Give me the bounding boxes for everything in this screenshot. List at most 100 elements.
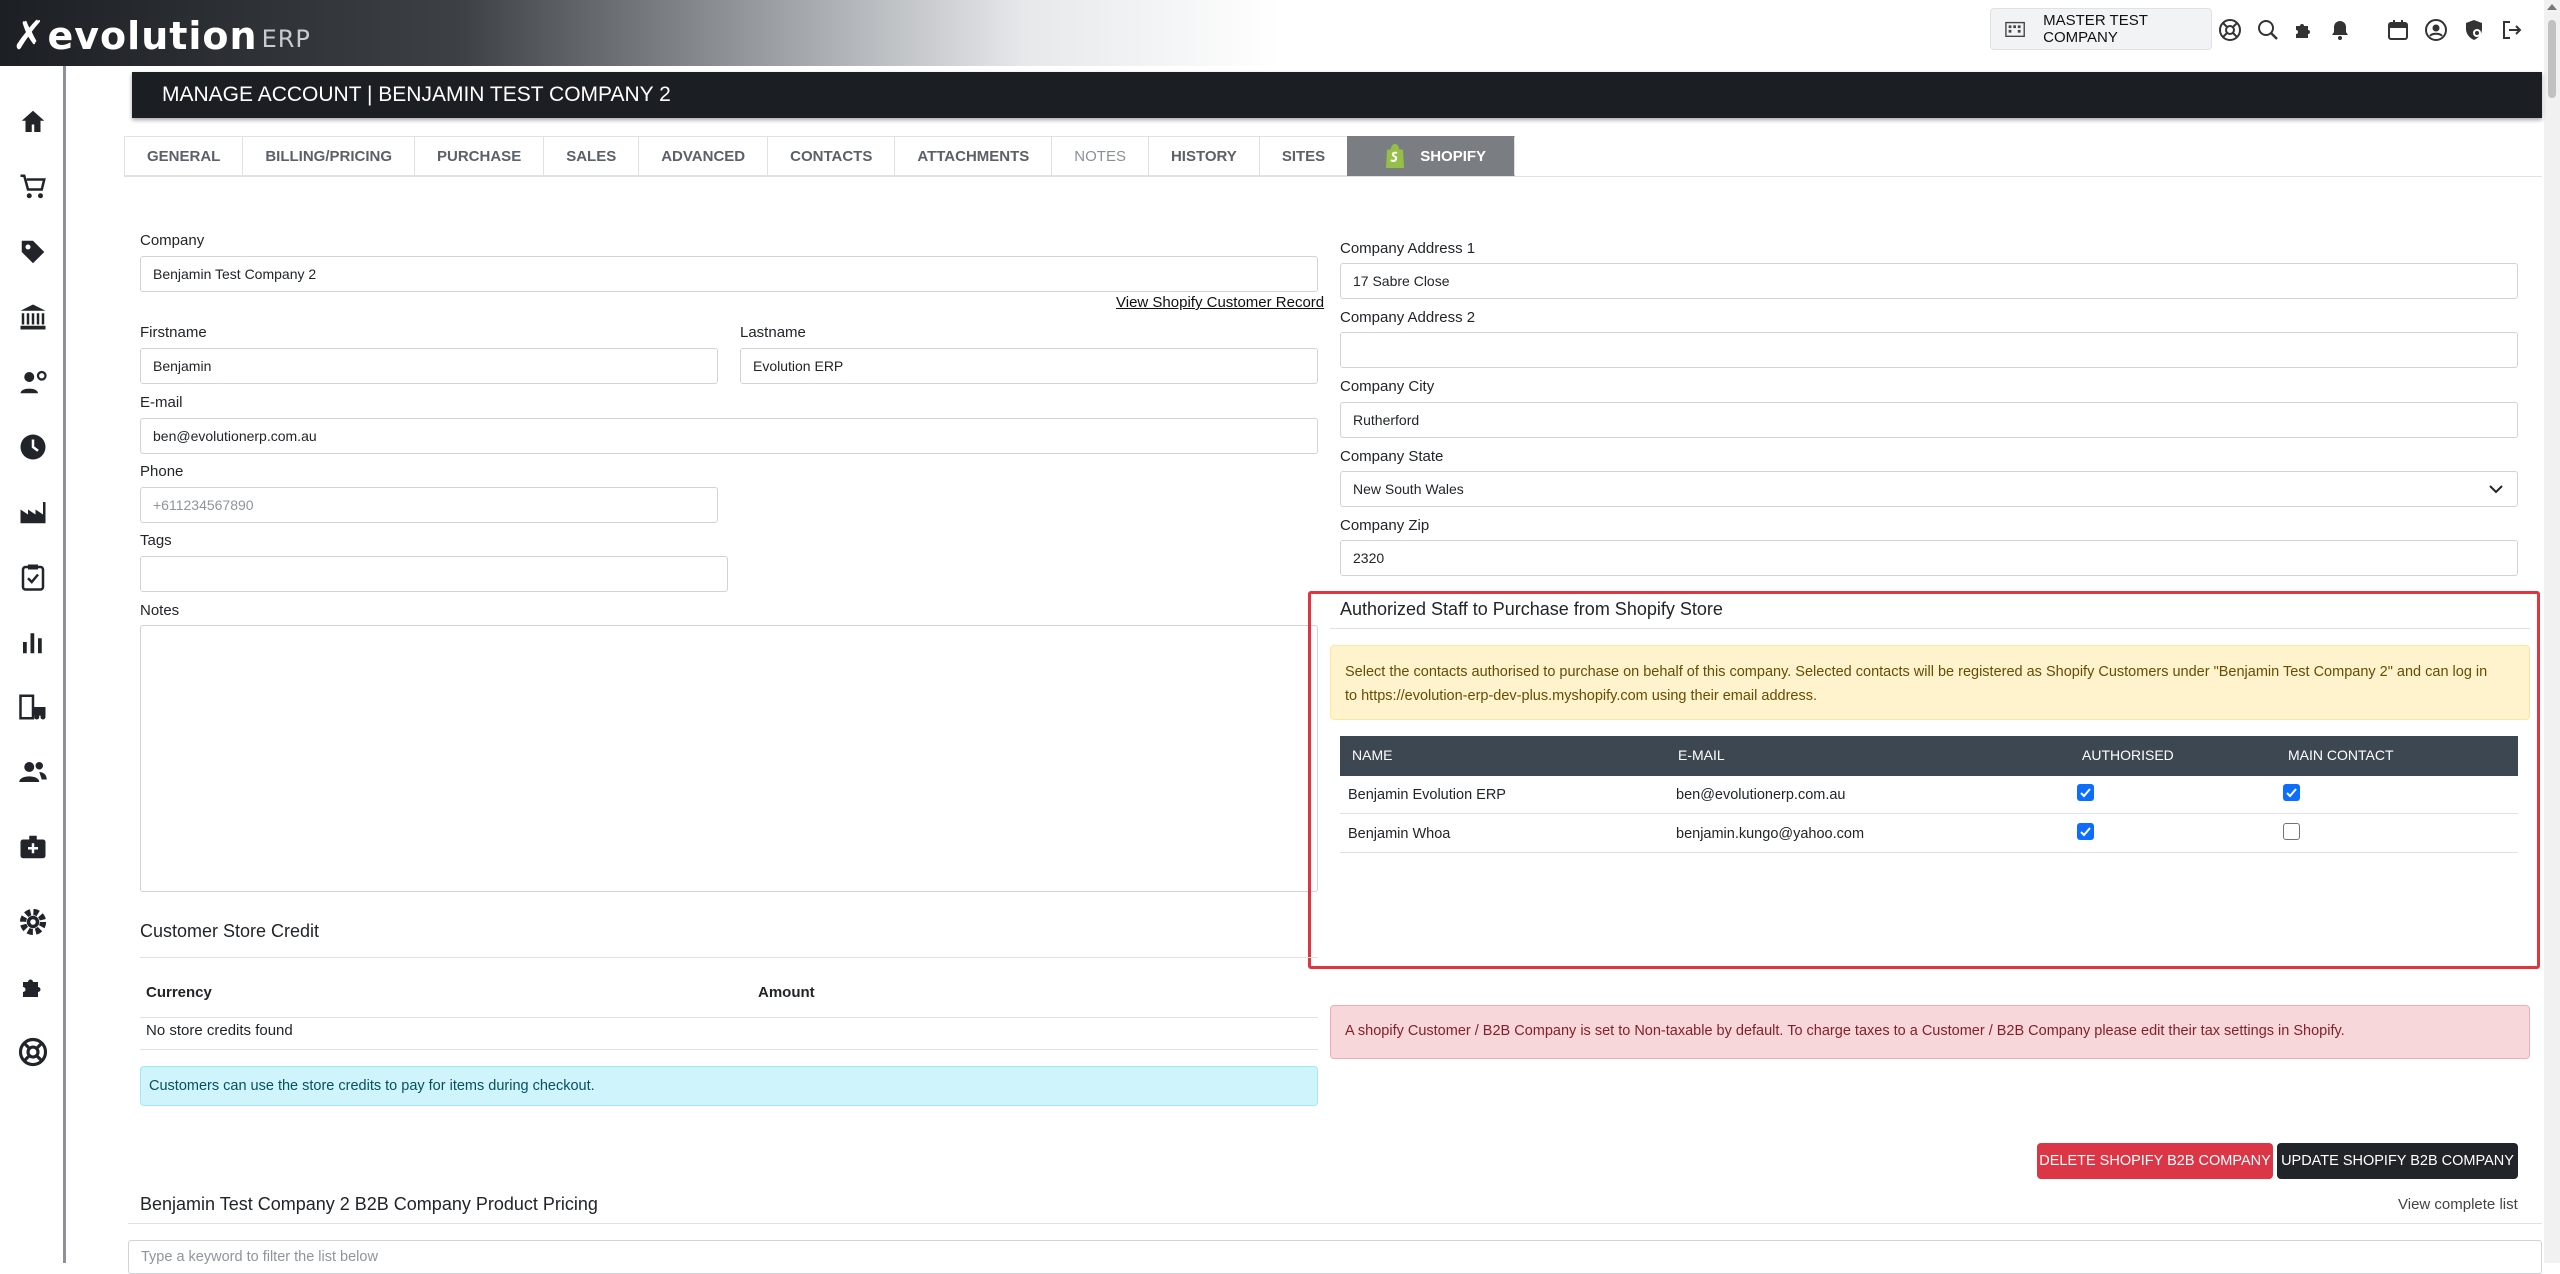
page-scrollbar[interactable] — [2544, 0, 2560, 1263]
authorized-staff-notice: Select the contacts authorised to purcha… — [1330, 645, 2530, 720]
email-input[interactable]: ben@evolutionerp.com.au — [140, 418, 1318, 454]
zip-input[interactable]: 2320 — [1340, 540, 2518, 576]
company-input[interactable]: Benjamin Test Company 2 — [140, 256, 1318, 292]
user-icon[interactable] — [2424, 18, 2448, 42]
tab-notes[interactable]: NOTES — [1051, 136, 1148, 176]
email-label: E-mail — [140, 394, 183, 411]
tab-contacts[interactable]: CONTACTS — [767, 136, 895, 176]
chevron-down-icon — [2489, 485, 2503, 494]
view-complete-list-link[interactable]: View complete list — [2398, 1196, 2518, 1213]
col-amount: Amount — [758, 984, 815, 1001]
firstname-label: Firstname — [140, 324, 207, 341]
tags-label: Tags — [140, 532, 172, 549]
col-authorised: AUTHORISED — [2082, 747, 2174, 763]
state-select-value: New South Wales — [1353, 481, 1464, 497]
page-title: MANAGE ACCOUNT | BENJAMIN TEST COMPANY 2 — [132, 72, 2542, 118]
bell-icon[interactable] — [2328, 18, 2352, 42]
bank-icon[interactable] — [18, 302, 48, 332]
firstname-input[interactable]: Benjamin — [140, 348, 718, 384]
col-main-contact: MAIN CONTACT — [2288, 747, 2394, 763]
store-credit-empty-row: No store credits found — [140, 1018, 1318, 1050]
logout-icon[interactable] — [2500, 18, 2524, 42]
account-tabs: GENERAL BILLING/PRICING PURCHASE SALES A… — [124, 136, 1516, 176]
tab-billing-pricing[interactable]: BILLING/PRICING — [242, 136, 415, 176]
table-row: Benjamin Whoa benjamin.kungo@yahoo.com — [1340, 815, 2518, 853]
clipboard-check-icon[interactable] — [18, 562, 48, 592]
col-email: E-MAIL — [1678, 747, 1725, 763]
home-icon[interactable] — [18, 107, 48, 137]
puzzle-icon[interactable] — [18, 972, 48, 1002]
authorized-table-header: NAME E-MAIL AUTHORISED MAIN CONTACT — [1340, 736, 2518, 776]
state-select[interactable]: New South Wales — [1340, 471, 2518, 507]
tab-history[interactable]: HISTORY — [1147, 136, 1259, 176]
row-email: ben@evolutionerp.com.au — [1676, 787, 1846, 803]
city-label: Company City — [1340, 378, 1435, 395]
lastname-input[interactable]: Evolution ERP — [740, 348, 1318, 384]
phone-input[interactable]: +611234567890 — [140, 487, 718, 523]
tab-purchase[interactable]: PURCHASE — [414, 136, 544, 176]
building-truck-icon[interactable] — [18, 692, 48, 722]
row-email: benjamin.kungo@yahoo.com — [1676, 826, 1865, 842]
top-bar: ✗ evolution ERP MASTER TEST COMPANY — [0, 0, 2560, 66]
logo-suffix: ERP — [261, 25, 311, 53]
tab-shopify-label: SHOPIFY — [1420, 147, 1487, 165]
row-name: Benjamin Whoa — [1348, 826, 1451, 842]
users-icon[interactable] — [18, 757, 48, 787]
id-card-icon[interactable] — [18, 832, 48, 862]
support-icon[interactable] — [2218, 18, 2242, 42]
tab-shopify[interactable]: SHOPIFY — [1347, 136, 1516, 176]
notes-textarea[interactable] — [140, 625, 1318, 892]
phone-label: Phone — [140, 463, 184, 480]
main-contact-checkbox[interactable] — [2283, 823, 2300, 840]
shopify-bag-icon — [1386, 144, 1405, 168]
store-credit-header: Currency Amount — [140, 978, 1318, 1018]
table-row: Benjamin Evolution ERP ben@evolutionerp.… — [1340, 776, 2518, 814]
delete-shopify-b2b-button[interactable]: DELETE SHOPIFY B2B COMPANY — [2037, 1143, 2273, 1179]
tab-attachments[interactable]: ATTACHMENTS — [894, 136, 1052, 176]
col-currency: Currency — [146, 984, 212, 1001]
factory-icon[interactable] — [18, 497, 48, 527]
clock-icon[interactable] — [18, 432, 48, 462]
authorised-checkbox[interactable] — [2077, 784, 2094, 801]
app-logo[interactable]: ✗ evolution ERP — [12, 12, 311, 56]
life-ring-icon[interactable] — [18, 1037, 48, 1067]
store-credit-empty: No store credits found — [146, 1022, 293, 1039]
notes-label: Notes — [140, 602, 180, 619]
company-selector[interactable]: MASTER TEST COMPANY — [1990, 8, 2212, 50]
bar-chart-icon[interactable] — [18, 627, 48, 657]
address1-input[interactable]: 17 Sabre Close — [1340, 263, 2518, 299]
gear-icon[interactable] — [18, 907, 48, 937]
main-contact-checkbox[interactable] — [2283, 784, 2300, 801]
update-shopify-b2b-button[interactable]: UPDATE SHOPIFY B2B COMPANY — [2277, 1143, 2518, 1179]
building-icon — [2005, 21, 2025, 38]
search-icon[interactable] — [2256, 18, 2280, 42]
authorized-staff-title: Authorized Staff to Purchase from Shopif… — [1340, 599, 1723, 619]
city-input[interactable]: Rutherford — [1340, 402, 2518, 438]
cart-icon[interactable] — [18, 172, 48, 202]
pricing-filter-input[interactable]: Type a keyword to filter the list below — [128, 1240, 2542, 1274]
authorised-checkbox[interactable] — [2077, 823, 2094, 840]
view-shopify-customer-link[interactable]: View Shopify Customer Record — [1116, 294, 1324, 311]
tab-general[interactable]: GENERAL — [124, 136, 243, 176]
company-label: Company — [140, 232, 205, 249]
row-name: Benjamin Evolution ERP — [1348, 787, 1506, 803]
address1-label: Company Address 1 — [1340, 240, 1476, 257]
shield-gear-icon[interactable] — [2462, 18, 2486, 42]
tab-sales[interactable]: SALES — [543, 136, 639, 176]
logo-mark-icon: ✗ — [12, 14, 46, 58]
tax-notice: A shopify Customer / B2B Company is set … — [1330, 1005, 2530, 1059]
tab-advanced[interactable]: ADVANCED — [638, 136, 768, 176]
notice-line-1: Select the contacts authorised to purcha… — [1345, 664, 2488, 680]
notice-line-2: to https://evolution-erp-dev-plus.myshop… — [1345, 688, 1818, 704]
calendar-icon[interactable] — [2386, 18, 2410, 42]
store-credit-info: Customers can use the store credits to p… — [140, 1066, 1318, 1106]
tags-input[interactable] — [140, 556, 728, 592]
puzzle-icon[interactable] — [2292, 18, 2316, 42]
lastname-label: Lastname — [740, 324, 806, 341]
tab-sites[interactable]: SITES — [1258, 136, 1348, 176]
company-selector-label: MASTER TEST COMPANY — [2043, 12, 2148, 46]
user-gear-icon[interactable] — [18, 367, 48, 397]
logo-text: evolution — [47, 14, 258, 58]
tag-icon[interactable] — [18, 237, 48, 267]
address2-input[interactable] — [1340, 332, 2518, 368]
